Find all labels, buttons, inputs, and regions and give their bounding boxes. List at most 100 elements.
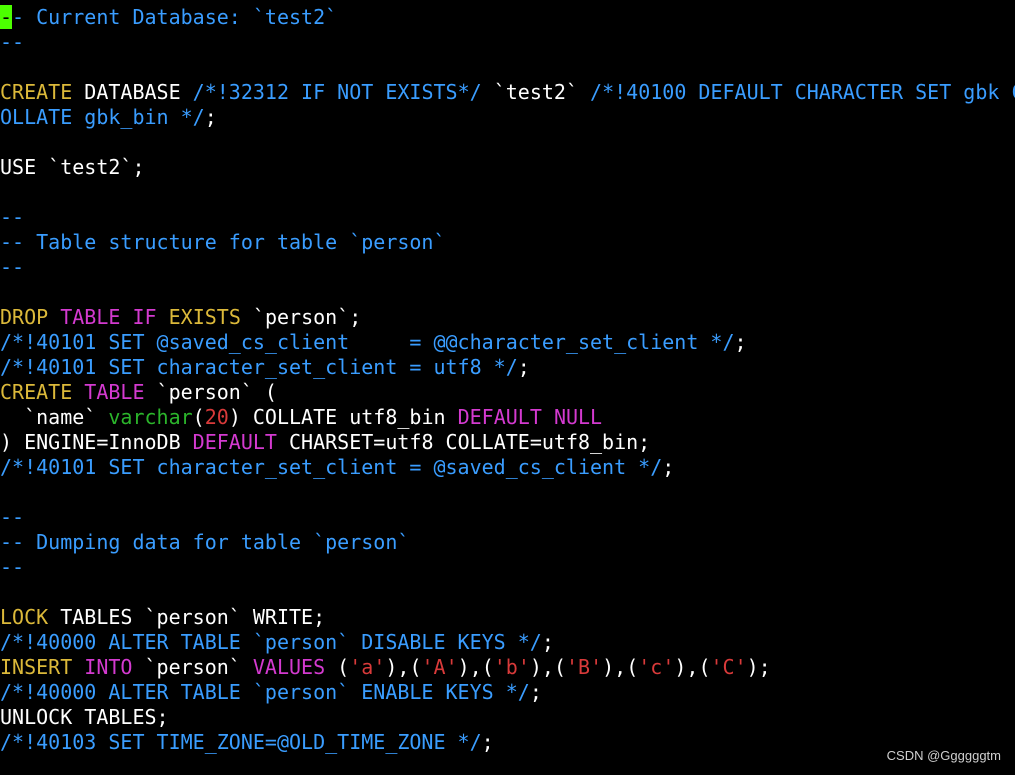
code-token-default-text: TABLES `person` WRITE; xyxy=(48,605,326,629)
code-token-default-text: ; xyxy=(529,680,542,704)
code-token-default-text: `person` xyxy=(132,655,253,679)
code-token-keyword-magenta: VALUES xyxy=(252,655,326,679)
code-line: DROP TABLE IF EXISTS `person`; xyxy=(0,305,1015,330)
code-token-default-text: ),( xyxy=(674,655,711,679)
code-line: INSERT INTO `person` VALUES ('a'),('A'),… xyxy=(0,655,1015,680)
code-token-default-text: ; xyxy=(517,355,530,379)
code-line: UNLOCK TABLES; xyxy=(0,705,1015,730)
code-line: -- xyxy=(0,30,1015,55)
code-token-default-text: DATABASE xyxy=(72,80,193,104)
code-token-default-text xyxy=(157,305,169,329)
code-token-default-text xyxy=(72,380,84,404)
code-token-number-red: 'A' xyxy=(421,655,458,679)
code-token-default-text: ( xyxy=(325,655,350,679)
code-token-keyword-magenta: DEFAULT xyxy=(457,405,542,429)
code-line: -- xyxy=(0,505,1015,530)
code-token-comment: -- xyxy=(0,505,25,529)
code-token-default-text: ); xyxy=(746,655,771,679)
code-token-number-red: 20 xyxy=(204,405,229,429)
text-cursor: - xyxy=(0,5,13,29)
code-line: CREATE TABLE `person` ( xyxy=(0,380,1015,405)
code-token-keyword-magenta: IF xyxy=(132,305,157,329)
code-token-keyword-magenta: DEFAULT xyxy=(192,430,277,454)
code-token-keyword-magenta: INTO xyxy=(84,655,133,679)
code-token-comment: -- Table structure for table `person` xyxy=(0,230,446,254)
code-token-default-text: `person` ( xyxy=(144,380,277,404)
code-token-default-text: USE `test2`; xyxy=(0,155,145,179)
terminal-editor[interactable]: -- Current Database: `test2` -- CREATE DA… xyxy=(0,5,1015,775)
code-token-comment: -- xyxy=(0,555,25,579)
code-token-default-text: ( xyxy=(192,405,205,429)
code-token-default-text: `person`; xyxy=(240,305,362,329)
code-token-comment: /*!40101 SET character_set_client = utf8… xyxy=(0,355,518,379)
code-token-comment: /*!40000 ALTER TABLE `person` ENABLE KEY… xyxy=(0,680,530,704)
code-token-comment: /*!32312 IF NOT EXISTS*/ xyxy=(192,80,482,104)
code-token-default-text xyxy=(48,305,60,329)
code-token-number-red: 'a' xyxy=(349,655,386,679)
code-token-keyword-yellow: EXISTS xyxy=(168,305,241,329)
code-token-comment: - Current Database: `test2` xyxy=(12,5,338,29)
code-token-number-red: 'c' xyxy=(638,655,675,679)
code-line: /*!40101 SET character_set_client = @sav… xyxy=(0,455,1015,480)
code-line: -- Current Database: `test2` xyxy=(0,5,1015,30)
code-token-number-red: 'B' xyxy=(565,655,603,679)
code-line: /*!40000 ALTER TABLE `person` ENABLE KEY… xyxy=(0,680,1015,705)
code-token-default-text: ; xyxy=(541,630,554,654)
code-token-comment: /*!40101 SET character_set_client = @sav… xyxy=(0,455,663,479)
code-token-keyword-yellow: LOCK xyxy=(0,605,49,629)
code-token-comment: /*!40101 SET @saved_cs_client = @@charac… xyxy=(0,330,735,354)
watermark-label: CSDN @Ggggggtm xyxy=(886,748,1001,763)
code-token-default-text: ; xyxy=(204,105,217,129)
code-line: -- xyxy=(0,555,1015,580)
code-token-default-text: ),( xyxy=(385,655,422,679)
code-line: -- Table structure for table `person` xyxy=(0,230,1015,255)
code-line: OLLATE gbk_bin */; xyxy=(0,105,1015,130)
code-token-type-green: varchar xyxy=(108,405,193,429)
code-token-default-text: ; xyxy=(734,330,747,354)
code-line: /*!40103 SET TIME_ZONE=@OLD_TIME_ZONE */… xyxy=(0,730,1015,755)
code-token-default-text: UNLOCK TABLES; xyxy=(0,705,169,729)
code-token-comment: -- xyxy=(0,255,25,279)
code-token-default-text: `name` xyxy=(0,405,109,429)
code-token-comment: /*!40100 DEFAULT CHARACTER SET gbk C xyxy=(590,80,1015,104)
code-token-default-text: ) ENGINE=InnoDB xyxy=(0,430,193,454)
code-token-keyword-magenta: TABLE xyxy=(60,305,121,329)
code-line: /*!40000 ALTER TABLE `person` DISABLE KE… xyxy=(0,630,1015,655)
code-token-number-red: 'C' xyxy=(710,655,747,679)
code-token-keyword-yellow: CREATE xyxy=(0,380,73,404)
code-token-default-text: CHARSET=utf8 COLLATE=utf8_bin; xyxy=(276,430,651,454)
code-token-comment: -- xyxy=(0,30,25,54)
code-line: -- xyxy=(0,255,1015,280)
code-line: /*!40101 SET character_set_client = utf8… xyxy=(0,355,1015,380)
code-token-keyword-yellow: DROP xyxy=(0,305,49,329)
code-line: ) ENGINE=InnoDB DEFAULT CHARSET=utf8 COL… xyxy=(0,430,1015,455)
code-token-default-text xyxy=(120,305,132,329)
code-token-keyword-yellow: INSERT xyxy=(0,655,73,679)
code-token-default-text: ),( xyxy=(457,655,494,679)
code-token-comment: -- Dumping data for table `person` xyxy=(0,530,410,554)
code-token-default-text: ),( xyxy=(529,655,566,679)
code-line: -- Dumping data for table `person` xyxy=(0,530,1015,555)
code-token-keyword-magenta: NULL xyxy=(553,405,603,429)
code-token-default-text: `test2` xyxy=(481,80,591,104)
code-line: `name` varchar(20) COLLATE utf8_bin DEFA… xyxy=(0,405,1015,430)
code-token-comment: /*!40103 SET TIME_ZONE=@OLD_TIME_ZONE */ xyxy=(0,730,482,754)
code-token-default-text: ) COLLATE utf8_bin xyxy=(228,405,458,429)
code-token-default-text: ; xyxy=(481,730,494,754)
code-line: -- xyxy=(0,205,1015,230)
code-line: LOCK TABLES `person` WRITE; xyxy=(0,605,1015,630)
code-token-comment: OLLATE gbk_bin */ xyxy=(0,105,205,129)
code-line: /*!40101 SET @saved_cs_client = @@charac… xyxy=(0,330,1015,355)
code-token-comment: /*!40000 ALTER TABLE `person` DISABLE KE… xyxy=(0,630,542,654)
code-line: USE `test2`; xyxy=(0,155,1015,180)
code-token-default-text: ; xyxy=(662,455,675,479)
code-token-default-text: ),( xyxy=(602,655,639,679)
code-token-keyword-yellow: CREATE xyxy=(0,80,73,104)
code-token-default-text xyxy=(542,405,554,429)
